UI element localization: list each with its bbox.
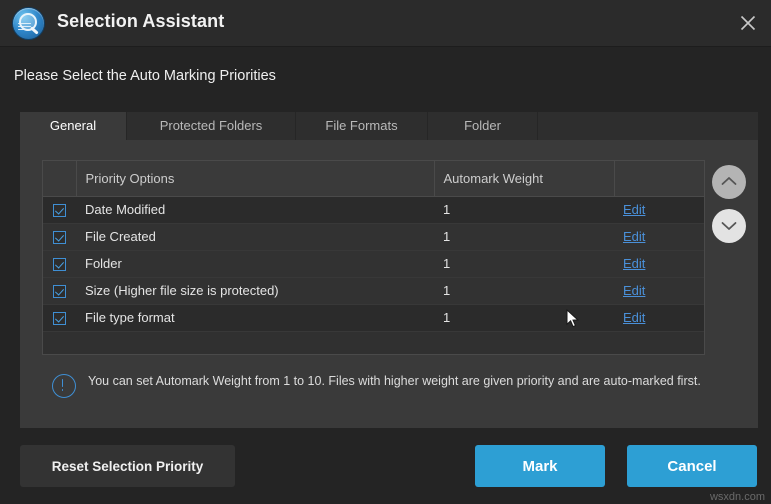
- info-circle-icon: [52, 374, 76, 398]
- row-checkbox-cell[interactable]: [43, 223, 76, 250]
- mark-button[interactable]: Mark: [475, 445, 605, 487]
- tab-general[interactable]: General: [20, 112, 127, 140]
- move-down-button[interactable]: [712, 209, 746, 243]
- row-option-label: File Created: [76, 223, 434, 250]
- row-weight-value: 1: [434, 223, 614, 250]
- info-note: You can set Automark Weight from 1 to 10…: [42, 368, 705, 398]
- row-weight-value: 1: [434, 196, 614, 223]
- watermark: wsxdn.com: [710, 491, 765, 503]
- tab-folder[interactable]: Folder: [428, 112, 538, 140]
- table-row[interactable]: Date Modified 1 Edit: [43, 196, 704, 223]
- row-checkbox[interactable]: [53, 312, 66, 325]
- row-edit-cell[interactable]: Edit: [614, 196, 704, 223]
- table-row[interactable]: File type format 1 Edit: [43, 304, 704, 331]
- tab-filler: [538, 112, 758, 140]
- move-up-button[interactable]: [712, 165, 746, 199]
- table-header-row: Priority Options Automark Weight: [43, 161, 704, 196]
- table-row[interactable]: Folder 1 Edit: [43, 250, 704, 277]
- row-checkbox-cell[interactable]: [43, 277, 76, 304]
- row-weight-value: 1: [434, 277, 614, 304]
- column-header-checkbox: [43, 161, 76, 196]
- table-header: Priority Options Automark Weight: [43, 161, 704, 196]
- tab-file-formats[interactable]: File Formats: [296, 112, 428, 140]
- title-bar: Selection Assistant: [0, 0, 771, 47]
- window-title: Selection Assistant: [57, 11, 224, 32]
- row-checkbox-cell[interactable]: [43, 250, 76, 277]
- general-tab-panel: Priority Options Automark Weight Date Mo…: [20, 140, 758, 428]
- row-checkbox[interactable]: [53, 231, 66, 244]
- page-title: Please Select the Auto Marking Prioritie…: [14, 68, 276, 84]
- row-edit-cell[interactable]: Edit: [614, 277, 704, 304]
- row-option-label: Size (Higher file size is protected): [76, 277, 434, 304]
- row-edit-cell[interactable]: Edit: [614, 223, 704, 250]
- row-checkbox-cell[interactable]: [43, 304, 76, 331]
- magnifier-badge-icon: [13, 8, 44, 39]
- row-option-label: Folder: [76, 250, 434, 277]
- edit-link[interactable]: Edit: [623, 310, 645, 325]
- row-checkbox[interactable]: [53, 258, 66, 271]
- row-edit-cell[interactable]: Edit: [614, 250, 704, 277]
- row-weight-value: 1: [434, 304, 614, 331]
- column-header-action: [614, 161, 704, 196]
- row-option-label: File type format: [76, 304, 434, 331]
- close-icon: [740, 15, 756, 31]
- chevron-up-icon: [721, 176, 737, 187]
- reset-selection-priority-button[interactable]: Reset Selection Priority: [20, 445, 235, 487]
- edit-link[interactable]: Edit: [623, 256, 645, 271]
- row-checkbox-cell[interactable]: [43, 196, 76, 223]
- row-checkbox[interactable]: [53, 204, 66, 217]
- column-header-priority-options: Priority Options: [76, 161, 434, 196]
- cancel-button[interactable]: Cancel: [627, 445, 757, 487]
- row-checkbox[interactable]: [53, 285, 66, 298]
- edit-link[interactable]: Edit: [623, 283, 645, 298]
- row-weight-value: 1: [434, 250, 614, 277]
- column-header-automark-weight: Automark Weight: [434, 161, 614, 196]
- info-note-text: You can set Automark Weight from 1 to 10…: [88, 368, 701, 390]
- icon-handle: [30, 26, 39, 34]
- tab-bar: General Protected Folders File Formats F…: [20, 112, 758, 140]
- row-option-label: Date Modified: [76, 196, 434, 223]
- priority-table: Priority Options Automark Weight Date Mo…: [43, 161, 704, 332]
- edit-link[interactable]: Edit: [623, 229, 645, 244]
- edit-link[interactable]: Edit: [623, 202, 645, 217]
- priority-table-container: Priority Options Automark Weight Date Mo…: [42, 160, 705, 355]
- row-edit-cell[interactable]: Edit: [614, 304, 704, 331]
- table-row[interactable]: File Created 1 Edit: [43, 223, 704, 250]
- table-row[interactable]: Size (Higher file size is protected) 1 E…: [43, 277, 704, 304]
- table-body: Date Modified 1 Edit File Created 1 Edit…: [43, 196, 704, 331]
- close-button[interactable]: [731, 6, 765, 40]
- selection-assistant-dialog: Selection Assistant Please Select the Au…: [0, 0, 771, 504]
- chevron-down-icon: [721, 220, 737, 231]
- tab-protected-folders[interactable]: Protected Folders: [127, 112, 296, 140]
